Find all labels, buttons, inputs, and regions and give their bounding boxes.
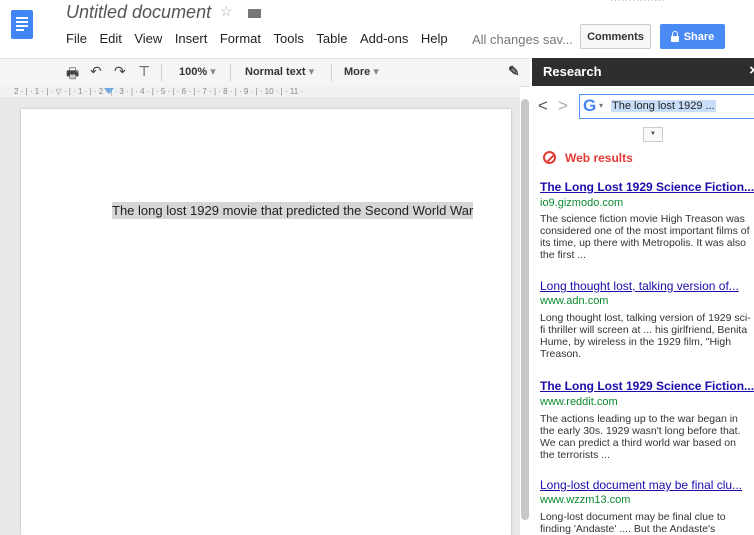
- redo-icon[interactable]: ↷: [114, 63, 126, 80]
- menu-tools[interactable]: Tools: [274, 31, 304, 49]
- paint-format-icon[interactable]: ⊤: [138, 63, 150, 80]
- zoom-value: 100%: [179, 66, 208, 78]
- style-select[interactable]: Normal text ▾: [245, 65, 314, 78]
- more-button[interactable]: More ▾: [344, 65, 379, 78]
- save-status[interactable]: All changes sav...: [472, 32, 573, 47]
- comments-button[interactable]: Comments: [580, 24, 651, 49]
- menu-help[interactable]: Help: [421, 31, 448, 49]
- menu-format[interactable]: Format: [220, 31, 261, 49]
- search-query: The long lost 1929 ...: [611, 100, 716, 112]
- research-title: Research: [543, 64, 602, 79]
- google-icon[interactable]: G: [583, 96, 596, 116]
- research-search-input[interactable]: G ▾ The long lost 1929 ...: [579, 94, 754, 119]
- style-value: Normal text: [245, 66, 306, 78]
- menu-table[interactable]: Table: [316, 31, 347, 49]
- result-snippet: The science fiction movie High Treason w…: [540, 213, 750, 261]
- indent-marker[interactable]: [104, 88, 114, 94]
- toolbar: 🖶 ↶ ↷ ⊤ 100% ▾ Normal text ▾ More ▾ ✎: [0, 58, 530, 87]
- search-options-button[interactable]: ▼: [643, 127, 663, 142]
- chevron-down-icon[interactable]: ▾: [599, 101, 603, 110]
- result-title[interactable]: Long thought lost, talking version of...: [540, 279, 754, 293]
- result-snippet: Long-lost document may be final clue to …: [540, 511, 726, 535]
- chevron-down-icon: ▾: [308, 66, 315, 78]
- web-results-label: Web results: [565, 151, 633, 165]
- docs-home-icon[interactable]: [11, 10, 33, 39]
- research-header: Research ×: [532, 58, 754, 86]
- menu-insert[interactable]: Insert: [175, 31, 208, 49]
- result-url: io9.gizmodo.com: [540, 197, 624, 209]
- undo-icon[interactable]: ↶: [90, 63, 102, 80]
- star-icon[interactable]: ☆: [220, 3, 233, 20]
- menu-edit[interactable]: Edit: [99, 31, 121, 49]
- account-email: ···············: [610, 0, 665, 6]
- print-icon[interactable]: 🖶: [66, 63, 79, 87]
- close-icon[interactable]: ×: [749, 62, 754, 79]
- zoom-select[interactable]: 100% ▾: [179, 65, 216, 78]
- share-button[interactable]: Share: [660, 24, 725, 49]
- result-snippet: The actions leading up to the war began …: [540, 413, 741, 461]
- result-url: www.adn.com: [540, 295, 609, 307]
- menu-file[interactable]: File: [66, 31, 87, 49]
- back-icon[interactable]: <: [538, 96, 548, 116]
- forward-icon[interactable]: >: [558, 96, 568, 116]
- share-label: Share: [683, 30, 715, 43]
- result-url: www.reddit.com: [540, 396, 618, 408]
- result-url: www.wzzm13.com: [540, 494, 631, 506]
- result-title[interactable]: Long-lost document may be final clu...: [540, 478, 754, 492]
- pen-icon[interactable]: ✎: [508, 63, 520, 80]
- document-page[interactable]: [21, 109, 511, 535]
- document-title[interactable]: Untitled document: [66, 2, 211, 23]
- result-title[interactable]: The Long Lost 1929 Science Fiction...: [540, 180, 754, 194]
- folder-icon[interactable]: [248, 9, 261, 18]
- chevron-down-icon: ▾: [373, 66, 379, 78]
- scrollbar[interactable]: [521, 99, 529, 520]
- document-text[interactable]: The long lost 1929 movie that predicted …: [112, 202, 474, 219]
- menu-view[interactable]: View: [134, 31, 162, 49]
- more-label: More: [344, 66, 371, 78]
- lock-icon: [670, 30, 679, 42]
- chevron-down-icon: ▾: [210, 66, 216, 78]
- web-results-icon: [543, 151, 556, 164]
- menu-addons[interactable]: Add-ons: [360, 31, 408, 49]
- result-snippet: Long thought lost, talking version of 19…: [540, 312, 751, 360]
- ruler[interactable]: 2 · | · 1 · | · ▽ · | · 1 · | · 2 · | · …: [0, 86, 520, 99]
- menu-bar: File Edit View Insert Format Tools Table…: [66, 31, 460, 49]
- result-title[interactable]: The Long Lost 1929 Science Fiction...: [540, 379, 754, 393]
